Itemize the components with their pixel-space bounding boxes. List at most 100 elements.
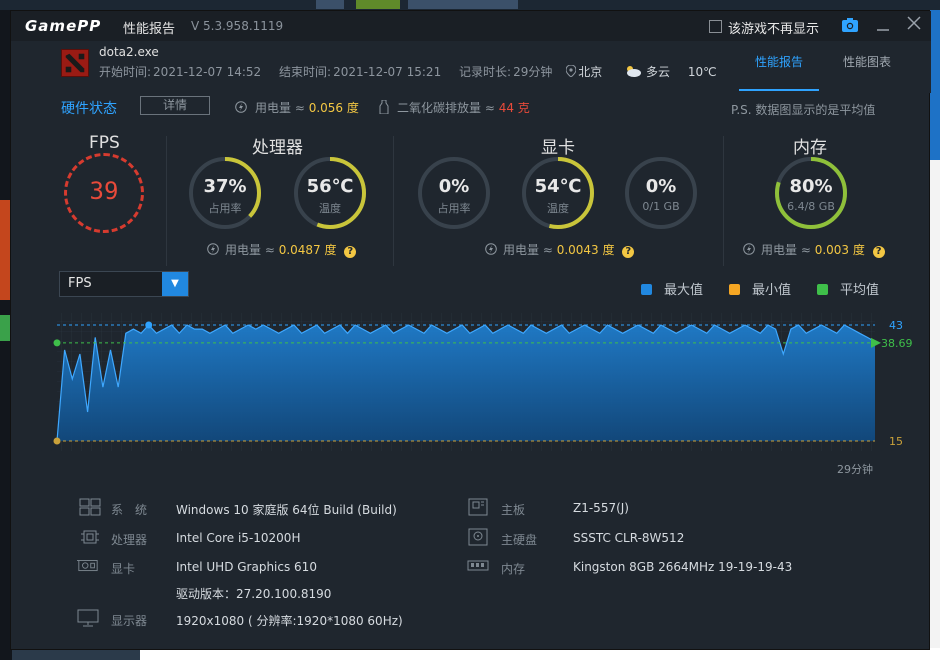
minimize-button[interactable] xyxy=(875,17,891,33)
cpu-power-usage: 用电量 ≈ 0.0487 度 ? xyxy=(207,241,357,258)
memory-power-usage: 用电量 ≈ 0.003 度 ? xyxy=(743,241,885,258)
gpu-temp-label: 温度 xyxy=(547,202,569,215)
game-info-header: dota2.exe 开始时间: 2021-12-07 14:52 结束时间: 202… xyxy=(11,41,931,93)
power-value: 0.056 度 xyxy=(308,101,359,115)
gpu-usage-value: 0% xyxy=(438,176,470,197)
window-title: 性能报告 xyxy=(123,22,176,37)
cpu-usage-value: 37% xyxy=(203,176,247,197)
gamepp-logo: GamePP xyxy=(25,17,102,35)
co2-emission: 二氧化碳排放量 ≈ 44 克 xyxy=(379,99,530,116)
gpu-power-value: 0.0043 度 xyxy=(556,243,615,257)
spec-memory-value: Kingston 8GB 2664MHz 19-19-19-43 xyxy=(573,560,793,574)
gpu-usage-label: 占用率 xyxy=(437,202,471,215)
no-more-show-checkbox[interactable] xyxy=(709,20,722,33)
memory-usage-label: 6.4/8 GB xyxy=(787,200,835,213)
close-icon xyxy=(907,16,921,30)
version-label: V 5.3.958.1119 xyxy=(191,19,284,33)
help-icon[interactable]: ? xyxy=(622,246,635,258)
active-tab-indicator xyxy=(739,89,819,91)
legend-swatch-avg xyxy=(817,284,828,295)
cpu-usage-label: 占用率 xyxy=(208,202,242,215)
gpu-power-label: 用电量 ≈ xyxy=(503,243,557,257)
location-pin-icon xyxy=(565,64,577,78)
temperature-text: 10℃ xyxy=(687,65,717,79)
start-time-value: 2021-12-07 14:52 xyxy=(153,65,262,79)
cpu-power-label: 用电量 ≈ xyxy=(225,243,279,257)
chart-avg-label: 38.69 xyxy=(881,337,913,350)
memory-power-value: 0.003 度 xyxy=(814,243,865,257)
screenshot-camera-icon[interactable] xyxy=(842,18,858,32)
start-time-label: 开始时间: xyxy=(99,65,152,79)
graphics-card-icon xyxy=(77,560,98,572)
help-icon[interactable]: ? xyxy=(344,246,357,258)
legend-avg-label: 平均值 xyxy=(840,283,880,298)
legend-min-label: 最小值 xyxy=(752,283,792,298)
spec-board-label: 主板 xyxy=(501,503,526,517)
legend-max-label: 最大值 xyxy=(664,283,704,298)
chevron-down-icon[interactable]: ▼ xyxy=(162,272,188,296)
hardware-specs: 系 统 Windows 10 家庭版 64位 Build (Build) 处理器… xyxy=(11,481,931,651)
legend-avg: 平均值 xyxy=(817,279,879,298)
spec-display-label: 显示器 xyxy=(111,614,148,628)
weather-text: 多云 xyxy=(646,65,671,79)
spec-disk-label: 主硬盘 xyxy=(501,533,538,547)
minimize-icon xyxy=(877,29,889,31)
taskbar-button[interactable] xyxy=(356,0,400,9)
end-time-value: 2021-12-07 15:21 xyxy=(333,65,442,79)
gamepp-report-window: GamePP 性能报告 V 5.3.958.1119 该游戏不再显示 dota2… xyxy=(10,10,931,651)
chart-metric-select[interactable]: FPS ▼ xyxy=(59,271,189,297)
cpu-power-value: 0.0487 度 xyxy=(278,243,337,257)
legend-swatch-min xyxy=(729,284,740,295)
section-divider xyxy=(723,136,724,266)
max-point-marker xyxy=(145,321,153,329)
title-bar[interactable]: GamePP 性能报告 V 5.3.958.1119 该游戏不再显示 xyxy=(11,11,931,41)
legend-min: 最小值 xyxy=(729,279,791,298)
duration-label: 记录时长: xyxy=(459,65,512,79)
cpu-chip-icon xyxy=(81,530,99,544)
taskbar-button[interactable] xyxy=(316,0,344,9)
fps-title: FPS xyxy=(89,133,120,153)
memory-power-label: 用电量 ≈ xyxy=(761,243,815,257)
close-button[interactable] xyxy=(906,15,922,33)
dota2-game-icon xyxy=(61,49,89,77)
lightning-icon xyxy=(235,101,247,113)
tab-performance-report[interactable]: 性能报告 xyxy=(755,53,803,70)
gpu-temp-value: 54℃ xyxy=(534,176,582,197)
spec-disk-value: SSSTC CLR-8W512 xyxy=(573,531,685,545)
avg-start-marker xyxy=(53,339,61,347)
tab-performance-charts[interactable]: 性能图表 xyxy=(843,53,891,70)
lightning-icon xyxy=(743,243,755,255)
help-icon[interactable]: ? xyxy=(872,246,885,258)
fps-area-chart[interactable]: 43 38.69 15 29分钟 xyxy=(11,301,931,481)
taskbar-button[interactable] xyxy=(408,0,518,9)
monitor-icon xyxy=(77,609,99,627)
lightning-icon xyxy=(485,243,497,255)
chart-min-label: 15 xyxy=(889,435,903,448)
cloudy-weather-icon xyxy=(627,66,642,77)
min-start-marker xyxy=(53,437,61,445)
spec-cpu-label: 处理器 xyxy=(111,533,148,547)
chart-note: P.S. 数据图显示的是平均值 xyxy=(731,103,876,117)
hardware-status-title: 硬件状态 xyxy=(61,101,117,117)
total-power-usage: 用电量 ≈ 0.056 度 xyxy=(235,99,359,116)
no-more-show-label[interactable]: 该游戏不再显示 xyxy=(728,18,819,37)
chart-metric-selected: FPS xyxy=(68,276,92,291)
hard-disk-icon xyxy=(468,528,488,546)
gpu-vram-value: 0% xyxy=(645,176,677,197)
chart-x-end-label: 29分钟 xyxy=(837,462,873,476)
legend-max: 最大值 xyxy=(641,279,703,298)
chart-max-label: 43 xyxy=(889,319,903,332)
spec-board-value: Z1-557(J) xyxy=(573,501,629,515)
end-time-label: 结束时间: xyxy=(279,65,332,79)
memory-usage-value: 80% xyxy=(789,176,833,197)
gpu-vram-label: 0/1 GB xyxy=(642,200,680,213)
co2-label: 二氧化碳排放量 ≈ xyxy=(397,101,499,115)
section-divider xyxy=(393,136,394,266)
spec-driver-version: 驱动版本：27.20.100.8190 xyxy=(176,587,332,601)
spec-memory-label: 内存 xyxy=(501,562,526,576)
spec-system-label: 系 统 xyxy=(111,503,148,517)
session-info-row: 开始时间: 2021-12-07 14:52 结束时间: 2021-12-07 15… xyxy=(99,63,727,80)
co2-value: 44 克 xyxy=(498,101,530,115)
details-button[interactable]: 详情 xyxy=(140,96,210,115)
location-text: 北京 xyxy=(578,65,603,79)
